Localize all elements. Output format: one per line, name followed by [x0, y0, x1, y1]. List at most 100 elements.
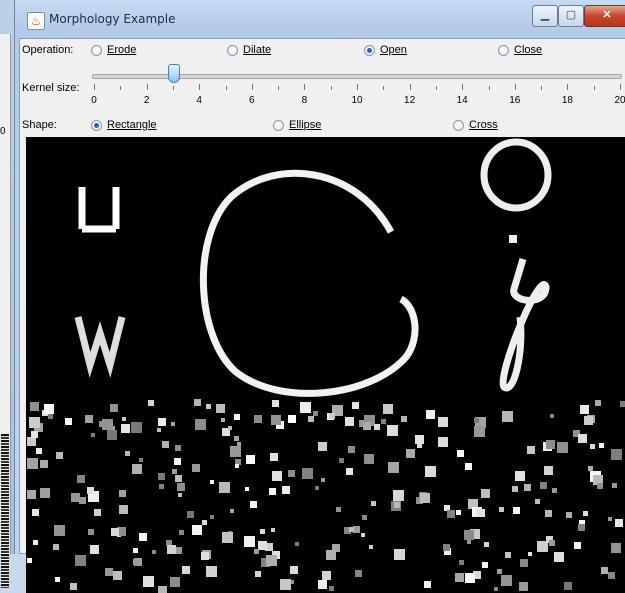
noise-speckle — [426, 410, 435, 419]
noise-speckle — [481, 489, 490, 498]
noise-speckle — [371, 501, 376, 506]
title-bar[interactable]: ♨ Morphology Example ▁ ▢ ✕ — [15, 0, 625, 38]
glyph-o — [480, 138, 552, 212]
radio-ellipse-dot[interactable] — [273, 119, 284, 131]
noise-speckle — [550, 414, 554, 418]
noise-speckle — [477, 509, 485, 517]
radio-close[interactable]: Close — [498, 44, 542, 56]
noise-speckle — [438, 437, 448, 447]
radio-dilate-dot[interactable] — [227, 44, 238, 56]
window-title: Morphology Example — [49, 12, 176, 26]
noise-speckle — [91, 433, 95, 437]
noise-speckle — [175, 547, 182, 554]
radio-close-dot[interactable] — [498, 44, 509, 56]
close-button[interactable]: ✕ — [584, 5, 625, 27]
noise-speckle — [235, 464, 239, 468]
radio-erode-label: Erode — [107, 44, 137, 56]
minimize-icon: ▁ — [540, 9, 550, 21]
noise-speckle — [29, 417, 40, 428]
noise-speckle — [102, 419, 113, 430]
noise-speckle — [315, 486, 319, 490]
noise-speckle — [540, 482, 547, 489]
noise-speckle — [464, 530, 474, 540]
noise-speckle — [88, 529, 94, 535]
noise-speckle — [362, 515, 367, 520]
noise-speckle — [143, 576, 154, 587]
slider-tick — [462, 84, 464, 90]
noise-speckle — [162, 441, 169, 448]
noise-speckles — [27, 399, 625, 593]
noise-speckle — [272, 400, 279, 407]
noise-speckle — [94, 509, 101, 516]
noise-speckle — [513, 507, 520, 514]
morphology-window: ♨ Morphology Example ▁ ▢ ✕ Operation: Er… — [14, 0, 625, 593]
noise-speckle — [32, 509, 39, 516]
noise-speckle — [195, 419, 206, 430]
noise-speckle — [170, 577, 180, 587]
radio-open-label: Open — [380, 44, 407, 56]
radio-cross[interactable]: Cross — [453, 119, 498, 131]
noise-speckle — [237, 442, 241, 446]
noise-speckle — [71, 493, 80, 502]
glyph-j — [499, 235, 550, 392]
noise-speckle — [290, 566, 298, 574]
maximize-button[interactable]: ▢ — [558, 5, 584, 27]
radio-rectangle[interactable]: Rectangle — [91, 119, 157, 131]
radio-cross-dot[interactable] — [453, 119, 464, 131]
noise-speckle — [494, 587, 498, 591]
slider-tick — [146, 84, 148, 90]
noise-speckle — [425, 466, 436, 477]
minimize-button[interactable]: ▁ — [532, 5, 558, 27]
radio-ellipse[interactable]: Ellipse — [273, 119, 321, 131]
noise-speckle — [107, 430, 117, 440]
glyph-c — [199, 169, 419, 397]
noise-speckle — [255, 571, 261, 577]
noise-speckle — [459, 560, 464, 565]
noise-speckle — [216, 404, 225, 413]
background-window-label: 0 — [0, 126, 6, 137]
slider-tick-label: 16 — [509, 95, 521, 106]
noise-speckle — [527, 446, 535, 454]
noise-speckle — [254, 549, 259, 554]
noise-speckle — [388, 462, 399, 473]
radio-open[interactable]: Open — [364, 44, 407, 56]
radio-erode[interactable]: Erode — [91, 44, 136, 56]
noise-speckle — [27, 558, 32, 563]
slider-tick-label: 8 — [301, 95, 308, 106]
noise-speckle — [546, 440, 555, 449]
noise-speckle — [465, 573, 475, 583]
noise-speckle — [167, 545, 176, 554]
noise-speckle — [394, 549, 405, 560]
noise-speckle — [210, 515, 214, 519]
noise-speckle — [455, 573, 464, 582]
noise-speckle — [584, 416, 593, 425]
noise-speckle — [119, 490, 126, 497]
radio-open-dot[interactable] — [364, 44, 375, 56]
noise-speckle — [318, 442, 327, 451]
radio-erode-dot[interactable] — [91, 44, 102, 56]
noise-speckle — [520, 559, 528, 567]
maximize-icon: ▢ — [565, 9, 577, 21]
noise-speckle — [474, 426, 485, 437]
noise-speckle — [482, 562, 488, 568]
radio-dilate[interactable]: Dilate — [227, 44, 271, 56]
radio-rectangle-dot[interactable] — [91, 119, 102, 131]
noise-speckle — [313, 411, 318, 416]
noise-speckle — [228, 426, 232, 430]
noise-speckle — [457, 450, 464, 457]
noise-speckle — [420, 493, 430, 503]
slider-tick-label: 10 — [351, 95, 363, 106]
noise-speckle — [326, 550, 336, 560]
noise-speckle — [40, 488, 50, 498]
noise-speckle — [159, 484, 164, 489]
kernel-size-slider-thumb[interactable] — [167, 64, 180, 83]
noise-speckle — [260, 529, 265, 534]
noise-speckle — [219, 482, 230, 493]
noise-speckle — [545, 510, 552, 517]
radio-rectangle-label: Rectangle — [107, 119, 157, 131]
noise-speckle — [363, 422, 371, 430]
noise-speckle — [230, 446, 241, 457]
noise-speckle — [300, 402, 311, 413]
noise-speckle — [601, 567, 608, 574]
noise-speckle — [131, 422, 142, 433]
